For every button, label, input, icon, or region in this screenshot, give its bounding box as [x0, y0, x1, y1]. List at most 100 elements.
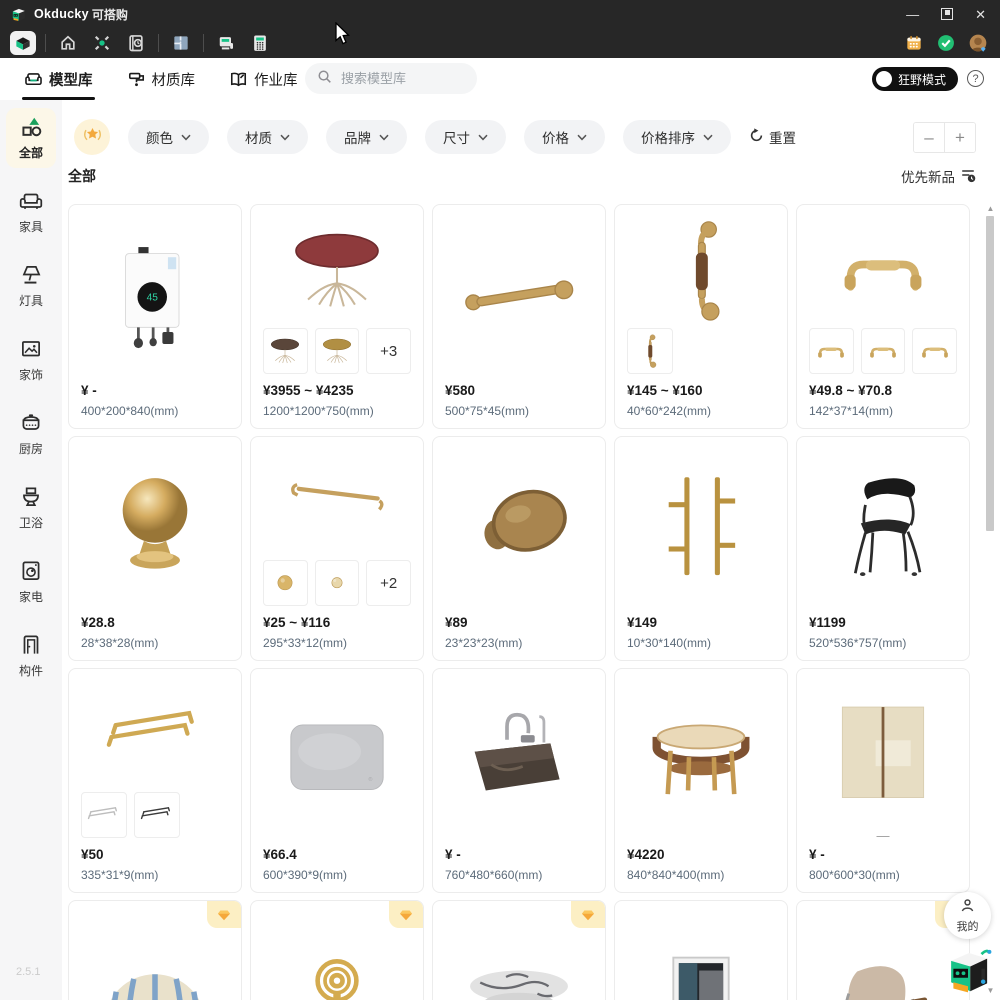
product-card[interactable]: ¥580500*75*45(mm): [432, 204, 606, 429]
sidebar-item-pot[interactable]: 厨房: [0, 396, 62, 470]
variant-more-button[interactable]: +3: [366, 328, 411, 374]
product-card[interactable]: ¥1199520*536*757(mm): [796, 436, 970, 661]
chevron-down-icon: [280, 134, 290, 141]
product-dimensions: 520*536*757(mm): [809, 636, 957, 650]
product-card[interactable]: ¥4220840*840*400(mm): [614, 668, 788, 893]
filter-pill[interactable]: 价格排序: [623, 120, 731, 154]
product-card[interactable]: [432, 900, 606, 1000]
tab-model[interactable]: 模型库: [24, 58, 93, 100]
product-card[interactable]: +2¥25 ~ ¥116295*33*12(mm): [250, 436, 424, 661]
filter-pill[interactable]: 品牌: [326, 120, 407, 154]
search-box[interactable]: [305, 63, 477, 94]
sidebar-item-shapes[interactable]: 全部: [0, 100, 62, 174]
variant-thumb[interactable]: [315, 328, 360, 374]
grid-larger-button[interactable]: +: [945, 123, 975, 152]
box-3d-icon[interactable]: [10, 31, 36, 55]
scrollbar[interactable]: ▲ ▼: [986, 204, 995, 1000]
sidebar-item-lamp[interactable]: 灯具: [0, 248, 62, 322]
product-price: ¥25 ~ ¥116: [263, 615, 411, 630]
product-price: ¥66.4: [263, 847, 411, 862]
product-card[interactable]: [68, 900, 242, 1000]
product-card[interactable]: 45¥ -400*200*840(mm): [68, 204, 242, 429]
app-version: 2.5.1: [16, 966, 40, 978]
product-card[interactable]: ¥8923*23*23(mm): [432, 436, 606, 661]
calculator-icon[interactable]: [247, 31, 273, 55]
variant-thumb[interactable]: [861, 328, 906, 374]
verified-icon[interactable]: [933, 31, 959, 55]
sidebar-item-sofa[interactable]: 家具: [0, 174, 62, 248]
tab-label: 模型库: [49, 69, 93, 90]
product-card[interactable]: +3¥3955 ~ ¥42351200*1200*750(mm): [250, 204, 424, 429]
product-card[interactable]: ¥145 ~ ¥16040*60*242(mm): [614, 204, 788, 429]
product-card[interactable]: ®¥66.4600*390*9(mm): [250, 668, 424, 893]
variant-thumb[interactable]: [134, 792, 180, 838]
filter-pill[interactable]: 颜色: [128, 120, 209, 154]
scroll-thumb[interactable]: [986, 216, 994, 531]
reset-filters-button[interactable]: 重置: [749, 127, 796, 147]
product-card[interactable]: ¥50335*31*9(mm): [68, 668, 242, 893]
sidebar-item-washer[interactable]: 家电: [0, 544, 62, 618]
scroll-up-arrow[interactable]: ▲: [986, 204, 995, 214]
snapshot-icon[interactable]: [123, 31, 149, 55]
variant-thumb[interactable]: [912, 328, 957, 374]
variant-thumb[interactable]: [809, 328, 854, 374]
sofa-icon: [18, 188, 44, 214]
variant-thumb[interactable]: [81, 792, 127, 838]
minimize-button[interactable]: —: [906, 8, 919, 21]
sort-button[interactable]: 优先新品: [901, 166, 976, 186]
tab-material[interactable]: 材质库: [127, 58, 196, 100]
grid-smaller-button[interactable]: –: [914, 123, 945, 152]
current-category-label: 全部: [68, 166, 96, 186]
sidebar-item-picture[interactable]: 家饰: [0, 322, 62, 396]
product-card[interactable]: ¥49.8 ~ ¥70.8142*37*14(mm): [796, 204, 970, 429]
filter-pill[interactable]: 尺寸: [425, 120, 506, 154]
product-card[interactable]: [250, 900, 424, 1000]
floorplan-icon[interactable]: [168, 31, 194, 55]
close-button[interactable]: ✕: [975, 8, 986, 21]
product-price: ¥ -: [81, 383, 229, 398]
product-image: [263, 911, 411, 1000]
my-profile-button[interactable]: 我的: [944, 892, 991, 939]
variant-thumb[interactable]: [263, 328, 308, 374]
product-dimensions: 600*390*9(mm): [263, 868, 411, 882]
featured-filter-button[interactable]: [74, 119, 110, 155]
cart-icon[interactable]: [213, 31, 239, 55]
product-card[interactable]: [614, 900, 788, 1000]
sidebar-item-label: 构件: [19, 662, 43, 679]
toolbar-icons: [6, 31, 277, 55]
filter-pill[interactable]: 材质: [227, 120, 308, 154]
variant-thumb[interactable]: [627, 328, 673, 374]
sidebar-item-label: 家饰: [19, 366, 43, 383]
scatter-icon[interactable]: [89, 31, 115, 55]
product-dimensions: 1200*1200*750(mm): [263, 404, 411, 418]
filter-pill[interactable]: 价格: [524, 120, 605, 154]
sidebar-item-toilet[interactable]: 卫浴: [0, 470, 62, 544]
toggle-knob: [876, 71, 892, 87]
search-input[interactable]: [339, 70, 463, 87]
product-card[interactable]: —¥ -800*600*30(mm): [796, 668, 970, 893]
product-image: [627, 911, 775, 1000]
home-icon[interactable]: [55, 31, 81, 55]
variant-thumb[interactable]: [263, 560, 308, 606]
calendar-icon[interactable]: [901, 31, 927, 55]
variant-thumbs: +3: [263, 328, 411, 374]
maximize-button[interactable]: [941, 8, 953, 20]
product-card[interactable]: ¥ -760*480*660(mm): [432, 668, 606, 893]
tab-work[interactable]: 作业库: [229, 58, 298, 100]
product-card[interactable]: ¥14910*30*140(mm): [614, 436, 788, 661]
wild-mode-toggle[interactable]: 狂野模式: [872, 67, 958, 91]
product-card[interactable]: ¥28.828*38*28(mm): [68, 436, 242, 661]
tab-material-icon: [127, 70, 146, 89]
product-grid: 45¥ -400*200*840(mm)+3¥3955 ~ ¥42351200*…: [68, 204, 971, 1000]
duck-mascot-icon[interactable]: [941, 944, 995, 998]
sidebar-item-door[interactable]: 构件: [0, 618, 62, 692]
product-price: ¥145 ~ ¥160: [627, 383, 775, 398]
product-price: ¥149: [627, 615, 775, 630]
variant-thumb[interactable]: [315, 560, 360, 606]
variant-more-button[interactable]: +2: [366, 560, 411, 606]
product-image: [81, 679, 229, 790]
main-toolbar: [0, 28, 1000, 58]
tab-label: 材质库: [152, 69, 196, 90]
help-button[interactable]: ?: [967, 70, 984, 87]
avatar-icon[interactable]: [965, 31, 991, 55]
